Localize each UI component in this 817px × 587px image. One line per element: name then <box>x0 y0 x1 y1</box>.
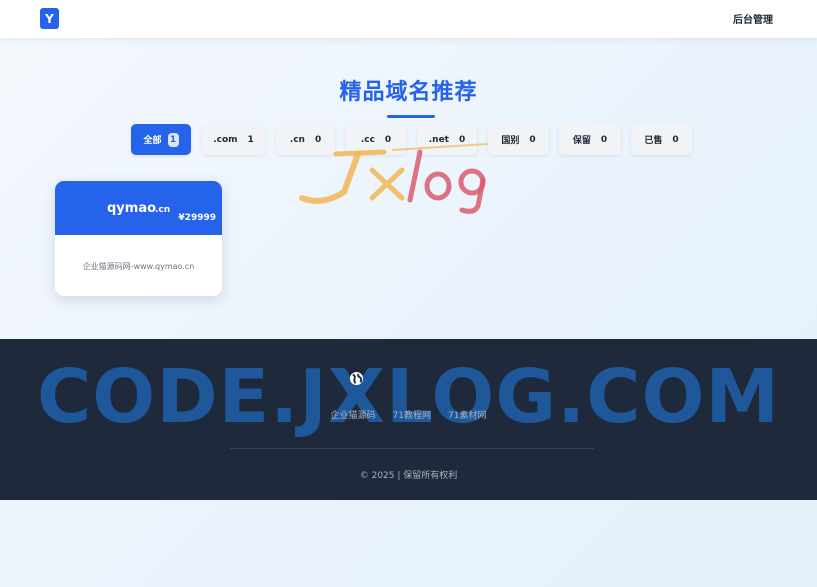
filter-tab-sold[interactable]: 已售 0 <box>631 124 692 155</box>
title-underline <box>387 115 435 118</box>
footer-link-assets[interactable]: 71素材网 <box>448 408 486 421</box>
copyright: © 2025 | 保留所有权利 <box>359 471 458 481</box>
filter-tab-count: 0 <box>529 134 536 145</box>
filter-tab-reserved[interactable]: 保留 0 <box>559 124 621 155</box>
domain-card[interactable]: qymao .cn ¥29999 企业猫源码网-www.qymao.cn <box>55 181 222 296</box>
footer-links: 企业猫源码 71教程网 71素材网 <box>0 408 817 421</box>
domain-name: qymao <box>107 201 157 216</box>
domain-description: 企业猫源码网-www.qymao.cn <box>82 262 195 271</box>
filter-tab-label: 全部 <box>143 136 162 146</box>
page-title: 精品域名推荐 <box>339 80 478 105</box>
footer-link-qymao[interactable]: 企业猫源码 <box>331 408 376 421</box>
filter-tab-label: 国别 <box>501 136 520 146</box>
watermark-logo <box>299 143 489 214</box>
filter-tab-label: .com <box>213 134 238 145</box>
filter-tab-count: 0 <box>672 134 679 145</box>
filter-tab-count: 0 <box>600 134 608 145</box>
footer: CODE.JXLOG.COM 企业猫源码 71教程网 71素材网 © 2025 … <box>0 339 817 500</box>
domain-tld: .cn <box>155 205 171 215</box>
footer-link-tutorial[interactable]: 71教程网 <box>393 408 431 421</box>
domain-card-header: qymao .cn ¥29999 <box>55 181 222 235</box>
filter-tab-all[interactable]: 全部 1 <box>131 124 191 155</box>
top-navbar: Y 后台管理 <box>0 0 817 38</box>
filter-tab-com[interactable]: .com 1 <box>202 124 265 155</box>
filter-tab-label: 保留 <box>572 136 591 146</box>
watermark-text: CODE.JXLOG.COM <box>36 354 780 440</box>
site-logo[interactable]: Y <box>40 8 59 29</box>
footer-divider <box>230 448 594 449</box>
globe-icon <box>349 371 364 386</box>
filter-tab-count: 1 <box>167 132 179 147</box>
admin-link[interactable]: 后台管理 <box>733 11 773 26</box>
filter-tab-label: 已售 <box>644 136 663 146</box>
filter-tab-count: 1 <box>247 134 254 145</box>
domain-price: ¥29999 <box>178 213 216 223</box>
